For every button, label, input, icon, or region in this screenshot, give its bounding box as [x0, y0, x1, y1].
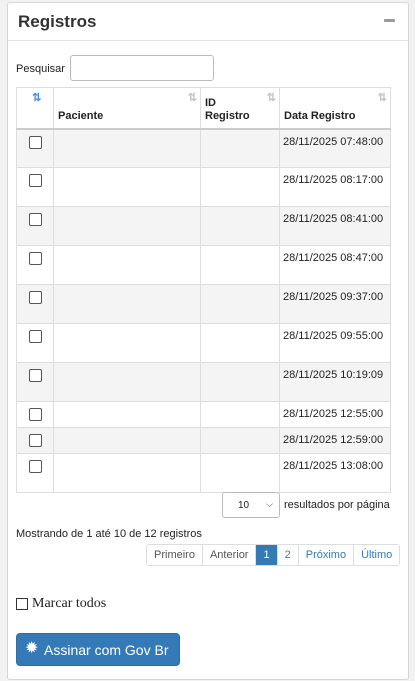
table-info: Mostrando de 1 até 10 de 12 registros: [16, 528, 202, 540]
paciente-cell: [53, 453, 201, 493]
search-input[interactable]: [70, 55, 214, 81]
page-length-label: resultados por página: [284, 499, 390, 511]
chevron-down-icon: ⌵: [266, 499, 273, 509]
id-registro-cell: [200, 362, 280, 402]
paciente-cell: [53, 401, 201, 428]
id-registro-cell: [200, 284, 280, 324]
row-select-cell: [16, 284, 54, 324]
sort-icon[interactable]: ⇅: [267, 91, 276, 104]
records-table-wrap: ⇅ Paciente ⇅ ID Registro ⇅ Data Registro…: [16, 87, 391, 493]
data-registro-cell: 28/11/2025 12:59:00: [279, 427, 391, 454]
collapse-icon[interactable]: [384, 19, 395, 22]
id-registro-cell: [200, 427, 280, 454]
paciente-cell: [53, 284, 201, 324]
id-registro-cell: [200, 245, 280, 285]
page-length-value: 10: [238, 500, 250, 511]
row-select-cell: [16, 427, 54, 454]
table-row[interactable]: 28/11/2025 12:59:00: [16, 427, 391, 454]
column-header-paciente[interactable]: Paciente ⇅: [53, 87, 201, 130]
row-checkbox[interactable]: [28, 174, 42, 187]
panel-title: Registros: [18, 12, 97, 31]
data-registro-cell: 28/11/2025 09:37:00: [279, 284, 391, 324]
column-header-label: ID Registro: [205, 96, 250, 122]
table-body: 28/11/2025 07:48:00 28/11/2025 08:17:00 28…: [16, 128, 391, 493]
row-checkbox[interactable]: [28, 330, 42, 343]
row-select-cell: [16, 245, 54, 285]
column-header-label: Data Registro: [284, 109, 356, 122]
paciente-cell: [53, 128, 201, 168]
pagination-page-2[interactable]: 2: [277, 545, 299, 565]
pagination-first[interactable]: Primeiro: [147, 545, 203, 565]
row-select-cell: [16, 128, 54, 168]
table-row[interactable]: 28/11/2025 09:37:00: [16, 284, 391, 324]
table-row[interactable]: 28/11/2025 09:55:00: [16, 323, 391, 363]
row-select-cell: [16, 401, 54, 428]
mark-all-label[interactable]: Marcar todos: [32, 596, 106, 612]
id-registro-cell: [200, 401, 280, 428]
column-header-select[interactable]: ⇅: [16, 87, 54, 130]
paciente-cell: [53, 245, 201, 285]
pagination: Primeiro Anterior 1 2 Próximo Último: [146, 544, 401, 566]
id-registro-cell: [200, 323, 280, 363]
row-select-cell: [16, 167, 54, 207]
paciente-cell: [53, 427, 201, 454]
pagination-next[interactable]: Próximo: [298, 545, 355, 565]
id-registro-cell: [200, 453, 280, 493]
data-registro-cell: 28/11/2025 08:17:00: [279, 167, 391, 207]
row-select-cell: [16, 453, 54, 493]
gear-icon: ✹: [25, 640, 39, 657]
pagination-previous[interactable]: Anterior: [202, 545, 257, 565]
sort-icon[interactable]: ⇅: [188, 91, 197, 104]
table-row[interactable]: 28/11/2025 13:08:00: [16, 453, 391, 493]
column-header-label: Paciente: [58, 109, 104, 122]
id-registro-cell: [200, 128, 280, 168]
paciente-cell: [53, 323, 201, 363]
row-checkbox[interactable]: [28, 135, 42, 149]
table-row[interactable]: 28/11/2025 10:19:09: [16, 362, 391, 402]
row-checkbox[interactable]: [28, 408, 42, 421]
pagination-page-1[interactable]: 1: [256, 545, 278, 565]
data-registro-cell: 28/11/2025 08:47:00: [279, 245, 391, 285]
row-checkbox[interactable]: [28, 369, 42, 382]
column-header-id-registro[interactable]: ID Registro ⇅: [200, 87, 280, 130]
sort-active-icon[interactable]: ⇅: [32, 91, 41, 104]
table-row[interactable]: 28/11/2025 12:55:00: [16, 401, 391, 428]
paciente-cell: [53, 167, 201, 207]
row-select-cell: [16, 206, 54, 246]
table-header-row: ⇅ Paciente ⇅ ID Registro ⇅ Data Registro…: [16, 87, 391, 130]
row-checkbox[interactable]: [28, 291, 42, 304]
data-registro-cell: 28/11/2025 07:48:00: [279, 128, 391, 168]
data-registro-cell: 28/11/2025 10:19:09: [279, 362, 391, 402]
table-row[interactable]: 28/11/2025 07:48:00: [16, 128, 391, 168]
data-registro-cell: 28/11/2025 09:55:00: [279, 323, 391, 363]
row-select-cell: [16, 362, 54, 402]
row-checkbox[interactable]: [28, 460, 42, 473]
sort-icon[interactable]: ⇅: [378, 91, 387, 104]
paciente-cell: [53, 206, 201, 246]
table-row[interactable]: 28/11/2025 08:41:00: [16, 206, 391, 246]
column-header-data-registro[interactable]: Data Registro ⇅: [279, 87, 391, 130]
row-select-cell: [16, 323, 54, 363]
data-registro-cell: 28/11/2025 12:55:00: [279, 401, 391, 428]
panel-header: Registros: [8, 3, 408, 41]
row-checkbox[interactable]: [28, 252, 42, 265]
table-row[interactable]: 28/11/2025 08:47:00: [16, 245, 391, 285]
paciente-cell: [53, 362, 201, 402]
pagination-last[interactable]: Último: [354, 545, 400, 565]
search-label: Pesquisar: [16, 63, 65, 75]
id-registro-cell: [200, 206, 280, 246]
page-length-select[interactable]: 10 ⌵: [222, 492, 280, 518]
mark-all-checkbox[interactable]: [16, 598, 28, 610]
row-checkbox[interactable]: [28, 213, 42, 226]
records-table: ⇅ Paciente ⇅ ID Registro ⇅ Data Registro…: [16, 87, 391, 493]
sign-gov-br-button[interactable]: ✹ Assinar com Gov Br: [16, 633, 180, 666]
data-registro-cell: 28/11/2025 08:41:00: [279, 206, 391, 246]
row-checkbox[interactable]: [28, 434, 42, 447]
data-registro-cell: 28/11/2025 13:08:00: [279, 453, 391, 493]
id-registro-cell: [200, 167, 280, 207]
table-row[interactable]: 28/11/2025 08:17:00: [16, 167, 391, 207]
sign-button-label: Assinar com Gov Br: [44, 642, 169, 658]
